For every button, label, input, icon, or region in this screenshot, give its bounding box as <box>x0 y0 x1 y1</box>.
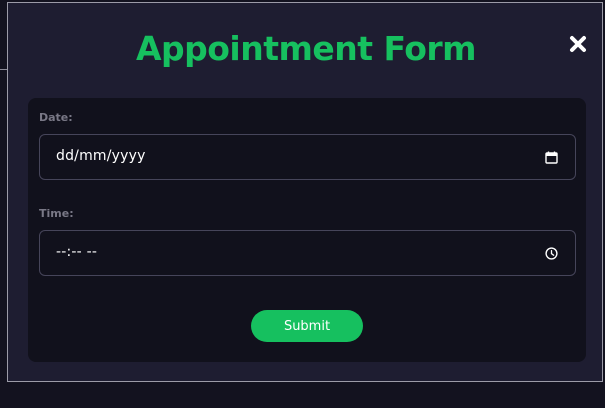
time-input[interactable]: --:-- -- <box>39 230 576 276</box>
appointment-modal: Appointment Form Date: dd/mm/yyyy Time: … <box>7 2 603 382</box>
time-input-value: --:-- -- <box>56 244 98 260</box>
modal-title: Appointment Form <box>135 29 477 68</box>
close-button[interactable] <box>568 34 588 54</box>
calendar-icon[interactable] <box>545 151 558 164</box>
appointment-form: Date: dd/mm/yyyy Time: --:-- -- Submit <box>28 98 586 362</box>
submit-button[interactable]: Submit <box>251 310 363 342</box>
date-input-value: dd/mm/yyyy <box>56 148 146 164</box>
date-label: Date: <box>39 111 73 124</box>
clock-icon[interactable] <box>545 247 558 260</box>
time-label: Time: <box>39 207 74 220</box>
close-x-icon <box>570 36 586 52</box>
date-input[interactable]: dd/mm/yyyy <box>39 134 576 180</box>
